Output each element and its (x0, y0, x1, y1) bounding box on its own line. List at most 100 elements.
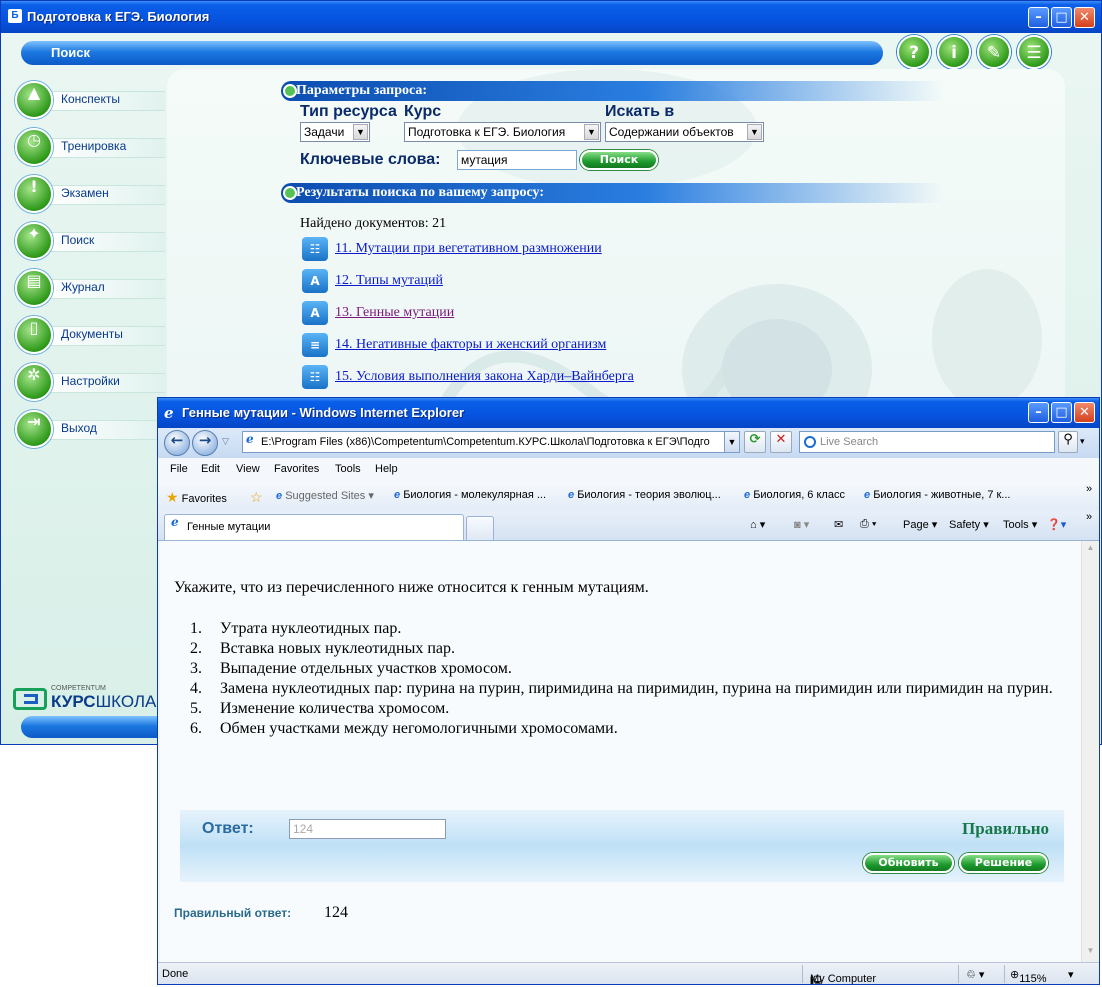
sidebar-item-ekzamen[interactable]: ! Экзамен (15, 175, 165, 215)
page-content: Укажите, что из перечисленного ниже отно… (160, 541, 1081, 962)
menu-tools[interactable]: Tools (335, 463, 361, 475)
list-item: 5. Изменение количества хромосом. (190, 700, 450, 717)
solution-button[interactable]: Решение (959, 853, 1048, 873)
tools-menu[interactable]: Tools ▾ (1003, 518, 1037, 531)
help-icon[interactable]: ❓▾ (1047, 518, 1066, 531)
result-link[interactable]: 13. Генные мутации (335, 305, 454, 321)
page-icon: e (171, 515, 179, 529)
more-commands-icon[interactable]: » (1086, 511, 1092, 523)
ie-minimize-button[interactable]: – (1028, 402, 1049, 423)
menu-edit[interactable]: Edit (201, 463, 220, 475)
sidebar-item-label: Тренировка (61, 139, 127, 153)
print-icon[interactable]: ⎙ ▾ (860, 518, 876, 531)
ie-statusbar: Done 🖳 My Computer ♲ ▾ ⊕ 115% ▾ (158, 962, 1099, 984)
new-tab-button[interactable] (466, 516, 494, 540)
menu-view[interactable]: View (236, 463, 260, 475)
chevron-down-icon: ▼ (353, 124, 368, 140)
sidebar-item-nastroyki[interactable]: ✲ Настройки (15, 363, 165, 403)
sidebar-item-label: Журнал (61, 280, 105, 294)
maximize-button[interactable]: □ (1051, 7, 1072, 28)
chat-icon[interactable]: ☰ (1017, 35, 1051, 69)
search-button-icon[interactable]: ⚲ (1058, 431, 1078, 453)
answer-input[interactable]: 124 (289, 819, 446, 839)
result-link[interactable]: 14. Негативные факторы и женский организ… (335, 337, 606, 353)
fav-link[interactable]: e Биология - животные, 7 к... (864, 489, 1010, 501)
text-doc-icon: A (302, 301, 328, 325)
zoom-dropdown-icon[interactable]: ▾ (1068, 968, 1074, 981)
search-in-select[interactable]: Содержании объектов ▼ (605, 122, 764, 142)
ie-navbar: ← → ▽ e E:\Program Files (x86)\Competent… (158, 428, 1099, 458)
search-input[interactable]: Live Search (799, 431, 1055, 453)
ie-maximize-button[interactable]: □ (1051, 402, 1072, 423)
sidebar-item-label: Выход (61, 421, 97, 435)
mail-icon[interactable]: ✉ (834, 518, 843, 531)
fav-link[interactable]: e Биология, 6 класс (744, 489, 845, 501)
menu-favorites[interactable]: Favorites (274, 463, 319, 475)
page-menu[interactable]: Page ▾ (903, 518, 937, 531)
result-link[interactable]: 11. Мутации при вегетативном размножении (335, 241, 602, 257)
result-link[interactable]: 12. Типы мутаций (335, 273, 443, 289)
document-icon: ▯ (15, 316, 53, 354)
list-item: 6. Обмен участками между негомологичными … (190, 720, 618, 737)
resource-type-select[interactable]: Задачи ▼ (300, 122, 370, 142)
fav-link[interactable]: e Биология - теория эволюц... (568, 489, 721, 501)
add-favorite-icon[interactable]: ☆ (250, 489, 263, 506)
gear-icon: ✲ (15, 363, 53, 401)
keywords-input[interactable]: мутация (457, 150, 577, 170)
ie-logo-icon: e (164, 404, 174, 422)
forward-button[interactable]: → (192, 430, 218, 456)
params-header: Параметры запроса: (281, 81, 943, 101)
refresh-button[interactable]: ⟳ (744, 431, 766, 453)
info-icon[interactable]: i (937, 35, 971, 69)
list-item: 3. Выпадение отдельных участков хромосом. (190, 660, 512, 677)
logo-small: COMPETENTUM (51, 685, 106, 692)
sidebar-item-vykhod[interactable]: ⇥ Выход (15, 410, 165, 450)
more-links-icon[interactable]: » (1086, 483, 1092, 495)
history-dropdown-icon[interactable]: ▽ (222, 436, 229, 447)
scroll-down-icon[interactable]: ▼ (1084, 946, 1097, 960)
update-button[interactable]: Обновить (863, 853, 954, 873)
zoom-control[interactable]: ⊕ 115% (1010, 968, 1047, 984)
address-dropdown-icon[interactable]: ▼ (724, 431, 740, 453)
sidebar-item-poisk[interactable]: ✦ Поиск (15, 222, 165, 262)
menu-help[interactable]: Help (375, 463, 398, 475)
protected-mode-icon[interactable]: ♲ ▾ (966, 968, 984, 981)
back-button[interactable]: ← (164, 430, 190, 456)
close-button[interactable]: ✕ (1074, 7, 1095, 28)
search-options-icon[interactable]: ▾ (1080, 436, 1085, 447)
ie-titlebar: e Генные мутации - Windows Internet Expl… (158, 398, 1099, 428)
stop-button[interactable]: ✕ (770, 431, 792, 453)
ie-close-button[interactable]: ✕ (1074, 402, 1095, 423)
home-icon[interactable]: ⌂ ▾ (750, 518, 765, 531)
answer-label: Ответ: (202, 820, 254, 837)
search-button[interactable]: Поиск (580, 150, 658, 170)
sidebar-item-trenirovka[interactable]: ◷ Тренировка (15, 128, 165, 168)
scroll-up-icon[interactable]: ▲ (1084, 543, 1097, 557)
list-item: 4. Замена нуклеотидных пар: пурина на пур… (190, 680, 1053, 697)
edit-icon[interactable]: ✎ (977, 35, 1011, 69)
sidebar-item-label: Поиск (61, 233, 95, 247)
safety-menu[interactable]: Safety ▾ (949, 518, 989, 531)
suggested-sites[interactable]: e Suggested Sites ▾ (276, 489, 374, 502)
help-icon[interactable]: ? (897, 35, 931, 69)
address-text: E:\Program Files (x86)\Competentum\Compe… (261, 436, 710, 448)
fav-link[interactable]: e Биология - молекулярная ... (394, 489, 546, 501)
address-bar[interactable]: e E:\Program Files (x86)\Competentum\Com… (242, 431, 740, 453)
menu-file[interactable]: File (170, 463, 188, 475)
feeds-icon[interactable]: ◙ ▾ (794, 518, 809, 531)
course-select[interactable]: Подготовка к ЕГЭ. Биология ▼ (404, 122, 601, 142)
correct-answer-value: 124 (324, 904, 348, 921)
options-list: 1. Утрата нуклеотидных пар. 2. Вставка нов… (190, 619, 1070, 739)
exit-icon: ⇥ (15, 410, 53, 448)
sidebar-item-zhurnal[interactable]: ▤ Журнал (15, 269, 165, 309)
tab-genetic-mutations[interactable]: e Генные мутации (164, 514, 464, 540)
section-bar: Поиск (21, 41, 883, 65)
vertical-scrollbar[interactable]: ▲ ▼ (1081, 541, 1098, 962)
resource-type-label: Тип ресурса (300, 103, 397, 120)
sidebar-item-konspekty[interactable]: ▲ Конспекты (15, 81, 165, 121)
result-link[interactable]: 15. Условия выполнения закона Харди–Вайн… (335, 369, 634, 385)
sidebar-item-dokumenty[interactable]: ▯ Документы (15, 316, 165, 356)
minimize-button[interactable]: – (1028, 7, 1049, 28)
search-in-label: Искать в (605, 103, 675, 120)
favorites-button[interactable]: ★ Favorites (166, 489, 227, 506)
